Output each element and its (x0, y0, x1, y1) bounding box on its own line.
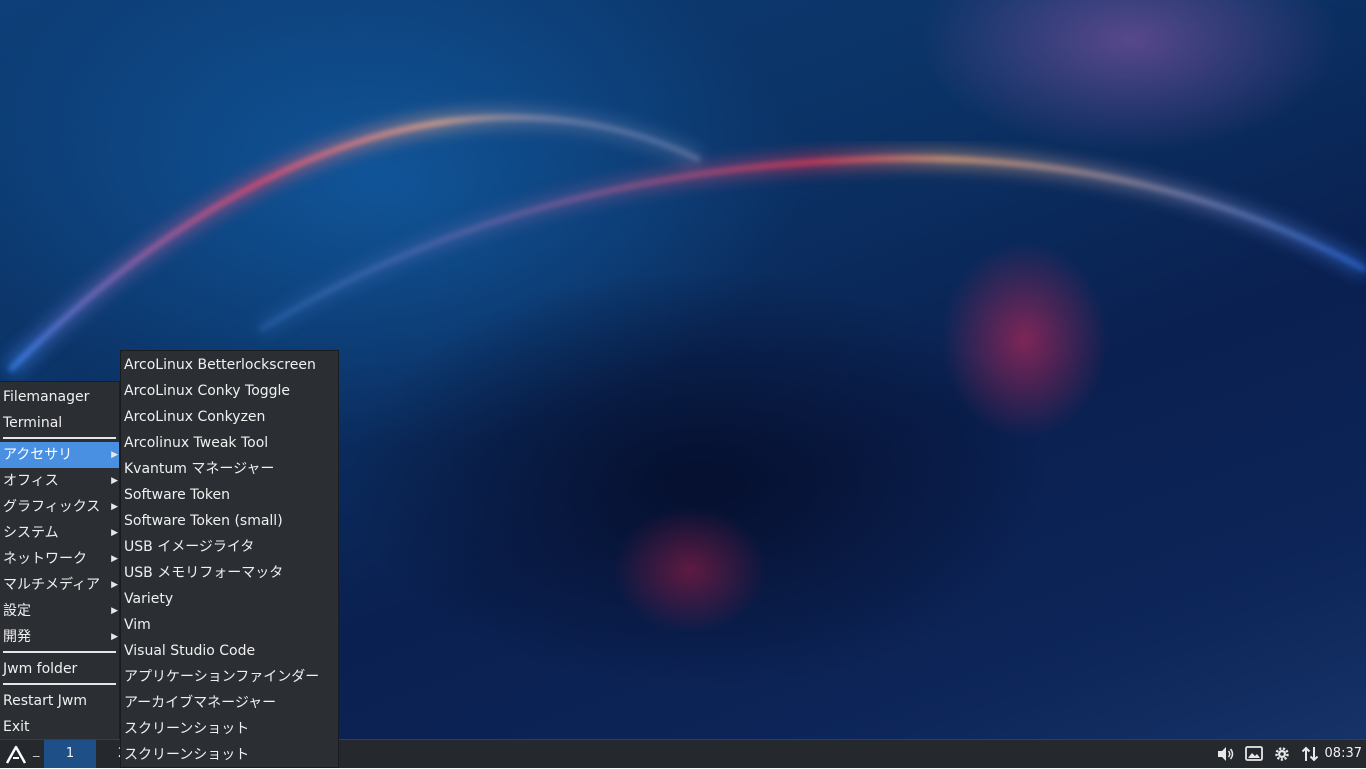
menu-item-label: グラフィックス (3, 499, 101, 515)
submenu-arrow-icon: ▶ (111, 580, 118, 590)
menu-item-network[interactable]: ネットワーク ▶ (0, 546, 119, 572)
menu-item-conkyzen[interactable]: ArcoLinux Conkyzen (121, 404, 338, 430)
menu-item-restart-jwm[interactable]: Restart Jwm (0, 688, 119, 714)
arcolinux-logo-icon (5, 745, 27, 764)
menu-item-usb-image-writer[interactable]: USB イメージライタ (121, 534, 338, 560)
menu-item-development[interactable]: 開発 ▶ (0, 624, 119, 650)
menu-item-vim[interactable]: Vim (121, 612, 338, 638)
menu-item-label: Vim (124, 617, 151, 633)
menu-item-settings[interactable]: 設定 ▶ (0, 598, 119, 624)
menu-item-system[interactable]: システム ▶ (0, 520, 119, 546)
menu-item-label: スクリーンショット (124, 747, 250, 763)
menu-item-betterlockscreen[interactable]: ArcoLinux Betterlockscreen (121, 352, 338, 378)
menu-item-jwm-folder[interactable]: Jwm folder (0, 656, 119, 682)
menu-item-app-finder[interactable]: アプリケーションファインダー (121, 664, 338, 690)
network-icon[interactable] (1300, 745, 1320, 763)
menu-item-label: システム (3, 525, 59, 541)
menu-item-screenshot-2[interactable]: スクリーンショット (121, 742, 338, 768)
clock: 08:37 (1324, 746, 1362, 761)
menu-item-screenshot[interactable]: スクリーンショット (121, 716, 338, 742)
submenu-arrow-icon: ▶ (111, 606, 118, 616)
menu-item-label: ArcoLinux Conkyzen (124, 409, 266, 425)
menu-separator (3, 651, 116, 653)
menu-item-label: アプリケーションファインダー (124, 669, 320, 685)
menu-item-filemanager[interactable]: Filemanager (0, 384, 119, 410)
menu-item-kvantum-manager[interactable]: Kvantum マネージャー (121, 456, 338, 482)
menu-item-label: スクリーンショット (124, 721, 250, 737)
menu-item-label: USB メモリフォーマッタ (124, 565, 284, 581)
menu-item-vscode[interactable]: Visual Studio Code (121, 638, 338, 664)
menu-item-tweak-tool[interactable]: Arcolinux Tweak Tool (121, 430, 338, 456)
menu-item-label: 設定 (3, 603, 31, 619)
minimize-indicator: _ (33, 743, 40, 758)
menu-item-label: Software Token (124, 487, 230, 503)
menu-item-label: オフィス (3, 473, 59, 489)
menu-item-usb-formatter[interactable]: USB メモリフォーマッタ (121, 560, 338, 586)
menu-item-label: Arcolinux Tweak Tool (124, 435, 269, 451)
screen-icon[interactable] (1244, 745, 1264, 763)
submenu-arrow-icon: ▶ (111, 502, 118, 512)
menu-item-label: 開発 (3, 629, 31, 645)
menu-item-label: Restart Jwm (3, 693, 87, 709)
workspace-1-button[interactable]: 1 (44, 740, 96, 768)
menu-item-label: アクセサリ (3, 447, 73, 463)
menu-item-label: ネットワーク (3, 551, 87, 567)
menu-item-label: Jwm folder (3, 661, 78, 677)
start-menu-button[interactable] (4, 745, 28, 765)
menu-item-label: Kvantum マネージャー (124, 461, 275, 477)
menu-item-label: Visual Studio Code (124, 643, 256, 659)
menu-item-archive-manager[interactable]: アーカイブマネージャー (121, 690, 338, 716)
menu-separator (3, 683, 116, 685)
volume-icon[interactable] (1216, 745, 1236, 763)
menu-item-multimedia[interactable]: マルチメディア ▶ (0, 572, 119, 598)
menu-item-label: Filemanager (3, 389, 90, 405)
settings-gear-icon[interactable] (1272, 745, 1292, 763)
menu-item-graphics[interactable]: グラフィックス ▶ (0, 494, 119, 520)
workspace-label: 1 (65, 746, 75, 761)
menu-item-accessories[interactable]: アクセサリ ▶ (0, 442, 119, 468)
submenu-arrow-icon: ▶ (111, 476, 118, 486)
menu-item-label: ArcoLinux Betterlockscreen (124, 357, 316, 373)
menu-item-label: USB イメージライタ (124, 539, 255, 555)
accessories-submenu: ArcoLinux Betterlockscreen ArcoLinux Con… (120, 350, 339, 768)
menu-item-label: アーカイブマネージャー (124, 695, 277, 711)
submenu-arrow-icon: ▶ (111, 450, 118, 460)
submenu-arrow-icon: ▶ (111, 554, 118, 564)
submenu-arrow-icon: ▶ (111, 632, 118, 642)
menu-item-label: Software Token (small) (124, 513, 283, 529)
menu-item-software-token[interactable]: Software Token (121, 482, 338, 508)
menu-item-variety[interactable]: Variety (121, 586, 338, 612)
submenu-arrow-icon: ▶ (111, 528, 118, 538)
menu-item-office[interactable]: オフィス ▶ (0, 468, 119, 494)
menu-item-label: ArcoLinux Conky Toggle (124, 383, 291, 399)
menu-separator (3, 437, 116, 439)
menu-item-label: マルチメディア (3, 577, 101, 593)
menu-item-exit[interactable]: Exit (0, 714, 119, 740)
menu-item-software-token-small[interactable]: Software Token (small) (121, 508, 338, 534)
menu-item-label: Variety (124, 591, 174, 607)
menu-item-terminal[interactable]: Terminal (0, 410, 119, 436)
menu-item-conky-toggle[interactable]: ArcoLinux Conky Toggle (121, 378, 338, 404)
menu-item-label: Exit (3, 719, 30, 735)
application-menu: Filemanager Terminal アクセサリ ▶ オフィス ▶ グラフィック… (0, 381, 120, 739)
menu-item-label: Terminal (3, 415, 63, 431)
